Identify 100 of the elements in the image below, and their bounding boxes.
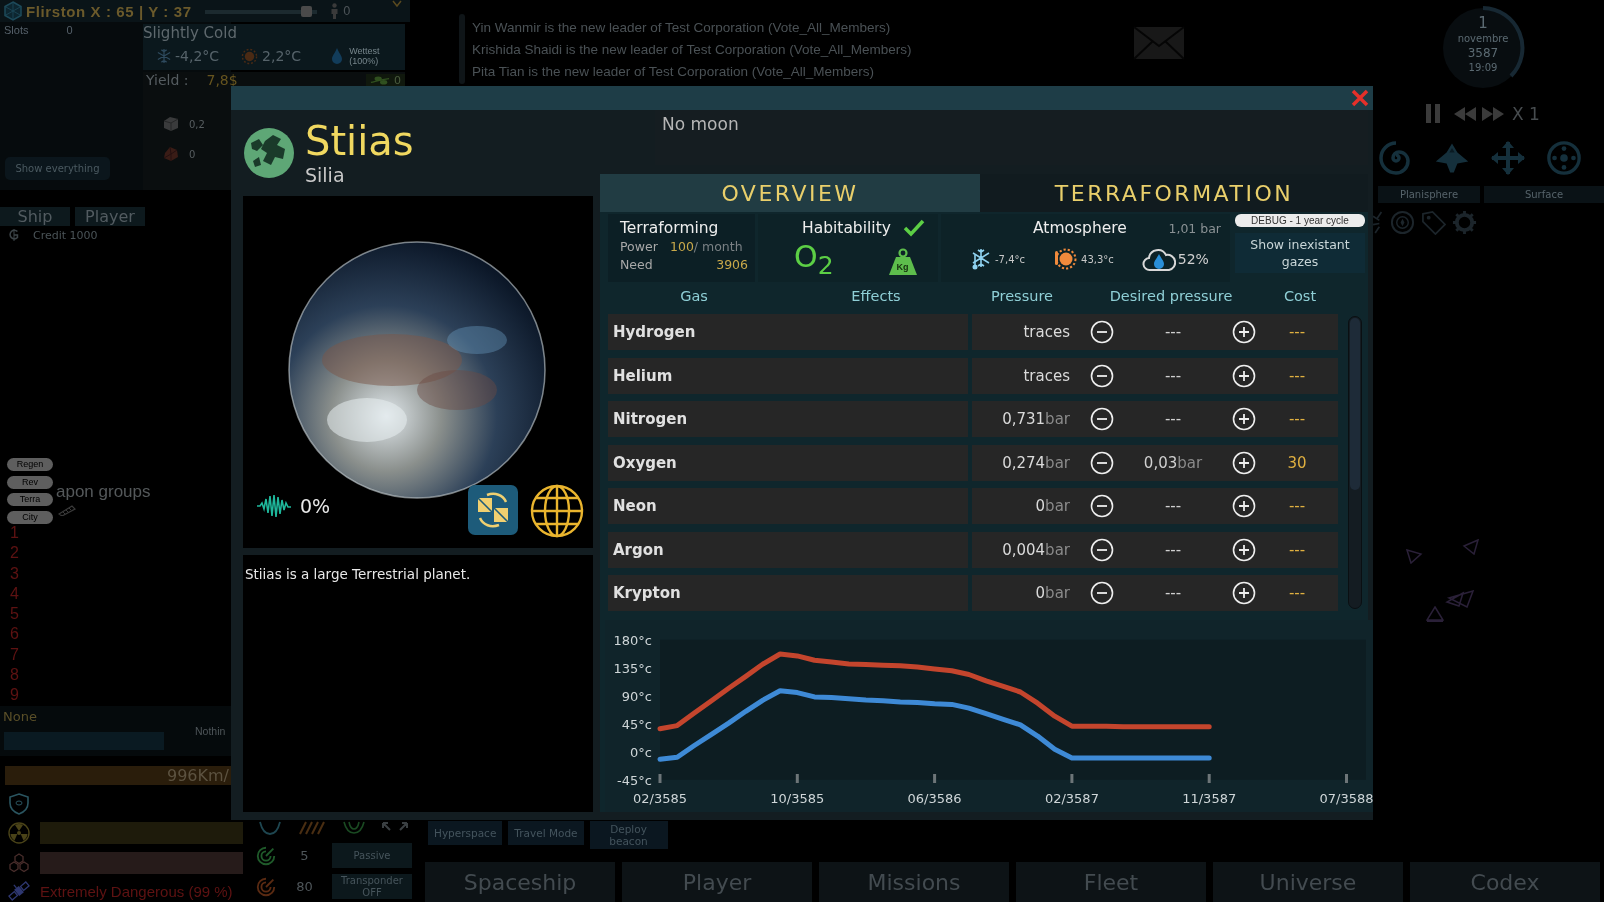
close-button[interactable]	[1350, 88, 1370, 108]
slots-label: Slots	[4, 24, 29, 36]
ship-marker-icon[interactable]	[1445, 590, 1475, 608]
double-arc-icon[interactable]	[341, 821, 367, 835]
burst-icon[interactable]	[1371, 210, 1384, 235]
rewind-icon[interactable]	[1453, 105, 1477, 122]
minus-button[interactable]	[1090, 581, 1114, 605]
main-tab[interactable]: Missions	[819, 862, 1009, 902]
moon-text: No moon	[662, 114, 739, 134]
gas-name-cell: Krypton	[608, 575, 968, 611]
show-everything-button[interactable]: Show everything	[5, 157, 110, 180]
main-tab[interactable]: Universe	[1213, 862, 1403, 902]
minus-button[interactable]	[1090, 363, 1114, 388]
view-tab[interactable]: Planisphere	[1378, 186, 1480, 203]
axis-label: 180°c	[613, 632, 652, 648]
radiation-icon	[8, 822, 30, 844]
main-tab[interactable]: Fleet	[1016, 862, 1206, 902]
window-tab[interactable]: OVERVIEW	[600, 174, 980, 212]
ship-marker-icon[interactable]	[1462, 539, 1480, 555]
weapon-group-number[interactable]: 4	[10, 583, 19, 605]
column-header: Pressure	[990, 288, 1054, 304]
main-tab[interactable]: Spaceship	[425, 862, 615, 902]
sensor-value: 5	[299, 848, 310, 863]
weapon-group-number[interactable]: 8	[10, 665, 19, 686]
sensor-mode-button[interactable]: Passive	[332, 843, 412, 868]
life-percentage: 0%	[300, 494, 331, 519]
tag-icon[interactable]	[1420, 210, 1447, 235]
main-tab[interactable]: Codex	[1410, 862, 1600, 902]
minus-button[interactable]	[1090, 320, 1114, 344]
plus-button[interactable]	[1232, 581, 1256, 605]
planet-name: Stiias	[305, 118, 414, 163]
plus-button[interactable]	[1232, 537, 1256, 562]
minus-button[interactable]	[1090, 494, 1114, 518]
scrollbar-track[interactable]	[459, 14, 465, 84]
view-tab[interactable]: Surface	[1484, 186, 1604, 203]
desired-pressure: 0,03bar	[1142, 453, 1204, 472]
slider-thumb[interactable]	[300, 5, 312, 17]
plus-button[interactable]	[1232, 363, 1256, 388]
plus-button[interactable]	[1232, 407, 1256, 431]
gas-name-cell: Argon	[608, 531, 968, 568]
weapon-group-number[interactable]: 2	[10, 543, 19, 564]
ship-marker-icon[interactable]	[1426, 606, 1444, 622]
axis-label: 135°c	[613, 660, 652, 676]
target-icon[interactable]	[1546, 140, 1582, 176]
radar-icon	[255, 844, 277, 867]
plus-button[interactable]	[1232, 494, 1256, 518]
plus-button[interactable]	[1232, 450, 1256, 475]
main-tab[interactable]: Player	[622, 862, 812, 902]
weapon-group-number[interactable]: 6	[10, 624, 19, 645]
scrollbar-thumb[interactable]	[1350, 318, 1360, 490]
cost-value: ---	[1287, 323, 1307, 341]
weapon-group-number[interactable]: 1	[10, 523, 19, 544]
planet-description: Stiias is a large Terrestrial planet.	[245, 566, 471, 582]
show-gases-button[interactable]: Show inexistant gazes	[1235, 233, 1365, 273]
speed-multiplier: X 1	[1512, 103, 1540, 124]
chevron-icon[interactable]	[392, 0, 402, 8]
sensor-mode-button[interactable]: Transponder OFF	[332, 874, 412, 899]
planet-icon	[243, 126, 295, 179]
swap-icon[interactable]	[475, 492, 511, 528]
module-toggle[interactable]: Terra	[7, 493, 53, 506]
minus-button[interactable]	[1090, 537, 1114, 562]
scrollbar-track[interactable]	[1348, 316, 1362, 609]
panel-tab[interactable]: Player	[75, 207, 145, 226]
swap-view-button[interactable]	[468, 485, 518, 535]
radar-icon	[255, 875, 277, 898]
cost-value: 30	[1286, 453, 1308, 472]
compass-icon[interactable]	[1389, 210, 1415, 235]
slots-value: 0	[66, 24, 73, 36]
plus-button[interactable]	[1232, 320, 1256, 344]
module-toggle[interactable]: City	[7, 510, 53, 524]
travel-button[interactable]: Deploy beacon	[589, 821, 668, 849]
resource-amount: 0,2	[189, 118, 205, 130]
panel-tab[interactable]: Ship	[0, 207, 70, 226]
arc-icon[interactable]	[257, 821, 283, 835]
weapon-group-number[interactable]: 3	[10, 563, 19, 584]
move-icon[interactable]	[1490, 140, 1526, 176]
minus-button[interactable]	[1090, 450, 1114, 475]
satellite-icon	[8, 881, 30, 901]
cost-value: ---	[1287, 366, 1307, 385]
message-text: Yin Wanmir is the new leader of Test Corporation (Vote_All_Members)	[472, 19, 892, 37]
globe-button[interactable]	[530, 484, 584, 538]
module-toggle[interactable]: Regen	[7, 458, 53, 471]
streaks-icon[interactable]	[297, 821, 327, 835]
fast-forward-icon[interactable]	[1481, 105, 1505, 122]
pause-icon[interactable]	[1425, 103, 1441, 124]
travel-button[interactable]: Hyperspace	[428, 821, 503, 845]
ship-marker-icon[interactable]	[1405, 548, 1423, 564]
danger-level: Extremely Dangerous (99 %)	[40, 883, 233, 900]
gear-icon[interactable]	[1452, 210, 1478, 235]
module-toggle[interactable]: Rev	[7, 475, 53, 489]
minus-button[interactable]	[1090, 407, 1114, 431]
weapon-group-number[interactable]: 5	[10, 604, 19, 625]
weapon-group-number[interactable]: 7	[10, 644, 19, 666]
sun-icon	[241, 47, 259, 65]
envelope-icon[interactable]	[1133, 26, 1185, 60]
location-title: Flirston X : 65 | Y : 37	[26, 2, 193, 20]
weight-icon	[887, 247, 918, 276]
terraforming-title: Terraforming	[620, 219, 719, 237]
weapon-group-number[interactable]: 9	[10, 685, 19, 706]
travel-button[interactable]: Travel Mode	[508, 821, 584, 845]
